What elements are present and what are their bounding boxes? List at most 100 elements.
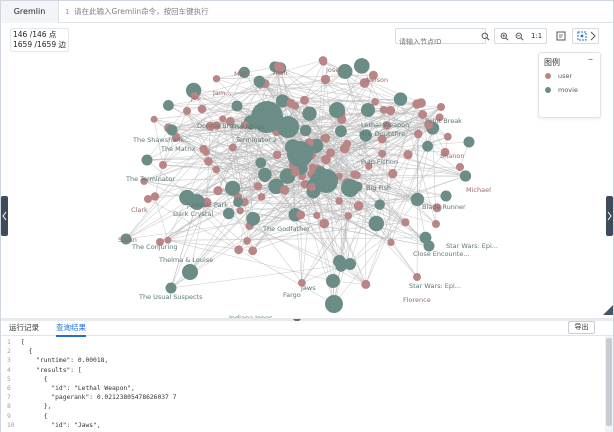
user-node[interactable] bbox=[257, 193, 266, 201]
user-node[interactable] bbox=[183, 107, 191, 115]
user-node[interactable] bbox=[243, 237, 251, 245]
user-node[interactable] bbox=[202, 148, 210, 156]
movie-node[interactable] bbox=[225, 180, 241, 196]
user-node[interactable] bbox=[412, 99, 422, 109]
user-node[interactable] bbox=[379, 105, 388, 114]
user-node[interactable] bbox=[387, 238, 395, 246]
movie-node[interactable] bbox=[329, 102, 345, 118]
user-node[interactable] bbox=[401, 218, 410, 227]
user-node[interactable] bbox=[296, 210, 306, 220]
graph-svg[interactable]: Mat...Jam...NelsonJoePoint BreakThe Abys… bbox=[1, 24, 613, 318]
user-node[interactable] bbox=[300, 95, 309, 105]
movie-node[interactable] bbox=[341, 179, 359, 197]
user-node[interactable] bbox=[342, 139, 352, 148]
right-panel-handle[interactable] bbox=[606, 196, 613, 236]
user-node[interactable] bbox=[378, 149, 387, 158]
user-node[interactable] bbox=[456, 163, 464, 171]
user-node[interactable] bbox=[388, 169, 398, 179]
movie-node[interactable] bbox=[182, 264, 198, 280]
gremlin-query-input[interactable]: 请在此输入Gremlin命令，按回车键执行 bbox=[74, 1, 209, 23]
user-node[interactable] bbox=[403, 150, 413, 160]
movie-node[interactable] bbox=[325, 295, 343, 313]
collapse-chevron-icon[interactable] bbox=[292, 309, 302, 323]
legend-minimize-icon[interactable]: – bbox=[588, 54, 593, 65]
user-node[interactable] bbox=[228, 143, 237, 152]
movie-node[interactable] bbox=[233, 197, 244, 208]
user-node[interactable] bbox=[350, 170, 359, 179]
user-node[interactable] bbox=[150, 115, 158, 123]
user-node[interactable] bbox=[353, 201, 364, 211]
user-node[interactable] bbox=[236, 207, 244, 215]
movie-node[interactable] bbox=[302, 106, 317, 121]
user-node[interactable] bbox=[248, 246, 258, 256]
user-node[interactable] bbox=[443, 132, 452, 141]
movie-node[interactable] bbox=[277, 116, 299, 138]
movie-node[interactable] bbox=[255, 157, 267, 169]
json-result-viewer[interactable]: 1[2 {3 "runtime": 0.00018, 4 "results": [… bbox=[1, 338, 605, 432]
user-node[interactable] bbox=[361, 279, 371, 289]
user-node[interactable] bbox=[320, 74, 331, 85]
user-node[interactable] bbox=[286, 98, 296, 108]
tab-query-result[interactable]: 查询结果 bbox=[56, 321, 86, 337]
movie-node[interactable] bbox=[361, 103, 375, 117]
fit-view-icon[interactable] bbox=[553, 28, 569, 44]
movie-node[interactable] bbox=[333, 255, 346, 268]
user-node[interactable] bbox=[313, 211, 321, 219]
user-node[interactable] bbox=[320, 134, 328, 142]
user-node[interactable] bbox=[326, 148, 335, 158]
user-node[interactable] bbox=[212, 165, 220, 174]
user-node[interactable] bbox=[144, 195, 152, 203]
user-node[interactable] bbox=[413, 129, 423, 139]
movie-node[interactable] bbox=[374, 199, 385, 210]
export-button[interactable]: 导出 bbox=[568, 321, 595, 334]
movie-node[interactable] bbox=[422, 140, 433, 152]
layout-switch-button[interactable] bbox=[572, 28, 599, 44]
movie-node[interactable] bbox=[287, 141, 313, 167]
user-node[interactable] bbox=[432, 220, 440, 228]
movie-node[interactable] bbox=[246, 211, 260, 226]
user-node[interactable] bbox=[344, 212, 353, 220]
tab-gremlin[interactable]: Gremlin bbox=[1, 1, 59, 23]
movie-node[interactable] bbox=[354, 58, 370, 74]
user-node[interactable] bbox=[234, 245, 244, 255]
user-node[interactable] bbox=[279, 185, 290, 195]
resize-corner-icon[interactable] bbox=[603, 305, 613, 315]
user-node[interactable] bbox=[213, 186, 223, 196]
user-node[interactable] bbox=[335, 197, 344, 205]
scrollbar-thumb[interactable] bbox=[606, 338, 612, 426]
tab-run-history[interactable]: 运行记录 bbox=[9, 321, 39, 335]
user-node[interactable] bbox=[413, 273, 421, 281]
movie-node[interactable] bbox=[335, 125, 347, 138]
user-node[interactable] bbox=[253, 182, 263, 191]
movie-node[interactable] bbox=[299, 124, 312, 137]
movie-node[interactable] bbox=[231, 100, 243, 112]
movie-node[interactable] bbox=[344, 258, 356, 270]
movie-node[interactable] bbox=[259, 171, 271, 183]
legend-item-movie[interactable]: movie bbox=[545, 86, 578, 94]
graph-canvas[interactable]: Mat... Jam... Nelson Joe Point Break The Abys… bbox=[1, 24, 613, 318]
zoom-level[interactable]: 1:1 bbox=[531, 29, 542, 43]
movie-node[interactable] bbox=[253, 75, 266, 88]
movie-node[interactable] bbox=[166, 124, 178, 136]
movie-node[interactable] bbox=[463, 136, 475, 148]
user-node[interactable] bbox=[272, 150, 282, 160]
left-panel-handle[interactable] bbox=[1, 196, 8, 236]
movie-node[interactable] bbox=[440, 190, 452, 202]
user-node[interactable] bbox=[159, 161, 167, 169]
user-node[interactable] bbox=[319, 218, 330, 229]
legend-item-user[interactable]: user bbox=[545, 72, 572, 80]
movie-node[interactable] bbox=[326, 274, 340, 288]
movie-node[interactable] bbox=[141, 154, 153, 166]
movie-node[interactable] bbox=[163, 100, 174, 111]
user-node[interactable] bbox=[308, 163, 317, 172]
user-node[interactable] bbox=[371, 98, 379, 106]
user-node[interactable] bbox=[197, 104, 207, 114]
movie-node[interactable] bbox=[223, 207, 235, 220]
node-id-search-input[interactable] bbox=[396, 35, 470, 49]
movie-node[interactable] bbox=[165, 282, 177, 294]
movie-node[interactable] bbox=[314, 169, 338, 193]
movie-node[interactable] bbox=[393, 92, 408, 106]
user-node[interactable] bbox=[437, 103, 445, 111]
user-node[interactable] bbox=[318, 56, 328, 65]
movie-node[interactable] bbox=[368, 215, 384, 232]
